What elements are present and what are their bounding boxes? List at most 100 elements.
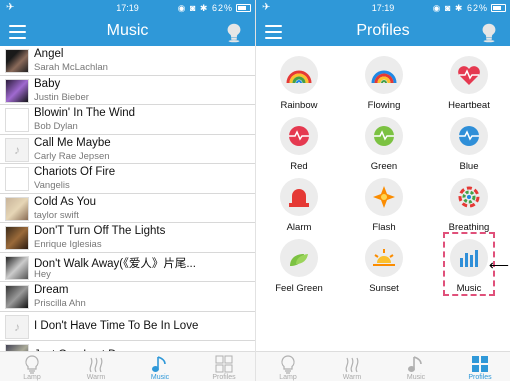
tab-lamp[interactable]: Lamp — [256, 352, 320, 381]
battery-icon — [236, 4, 251, 12]
song-row[interactable]: Just One Last Dance — [0, 341, 255, 351]
pointer-arrow-icon: ⟵ — [488, 257, 509, 273]
music-note-placeholder-icon: ♪ — [5, 314, 29, 339]
profile-rainbow[interactable]: Rainbow — [266, 52, 332, 114]
flowing-rainbow-icon — [365, 56, 403, 94]
highlight-box — [443, 232, 495, 296]
tab-label: Profiles — [212, 374, 236, 381]
profile-label: Red — [290, 161, 308, 172]
profile-flash[interactable]: Flash — [351, 174, 417, 236]
page-title: Music — [106, 22, 149, 39]
song-list[interactable]: Angel Sarah McLachlan Baby Justin Bieber Blo… — [0, 46, 255, 351]
tab-label: Warm — [86, 374, 106, 381]
song-row[interactable]: Don'T Turn Off The Lights Enrique Iglesia… — [0, 223, 255, 253]
green-pulse-icon — [365, 117, 403, 155]
song-row[interactable]: Chariots Of Fire Vangelis — [0, 164, 255, 194]
song-row[interactable]: Baby Justin Bieber — [0, 76, 255, 105]
song-title: Don't Walk Away(《爱人》片尾... — [34, 257, 196, 270]
alarm-icon — [280, 178, 318, 216]
music-screen: ✈ 17:19 ◉ ◙ ✱ 62% Music Angel Sarah McLac… — [0, 0, 255, 381]
page-title: Profiles — [356, 22, 410, 39]
album-thumbnail — [5, 49, 29, 73]
bulb-icon[interactable] — [223, 21, 245, 43]
profile-green[interactable]: Green — [351, 113, 417, 175]
battery-percent: 62% — [466, 3, 488, 13]
album-thumbnail — [5, 196, 29, 221]
status-icons: ◉ ◙ ✱ 62% — [432, 3, 488, 13]
song-row[interactable]: Cold As You taylor swift — [0, 194, 255, 223]
profile-alarm[interactable]: Alarm — [266, 174, 332, 236]
profile-flowing[interactable]: Flowing — [351, 52, 417, 114]
song-row[interactable]: Angel Sarah McLachlan — [0, 46, 255, 76]
song-artist: Priscilla Ahn — [34, 298, 86, 309]
song-row[interactable]: Don't Walk Away(《爱人》片尾... Hey — [0, 253, 255, 282]
tab-warm[interactable]: Warm — [64, 352, 128, 381]
song-title: Blowin' In The Wind — [34, 107, 136, 119]
flash-icon — [365, 178, 403, 216]
song-row[interactable]: Blowin' In The Wind Bob Dylan — [0, 105, 255, 135]
song-artist: taylor swift — [34, 209, 79, 221]
profile-label: Flash — [372, 222, 396, 233]
profile-label: Heartbeat — [448, 100, 490, 111]
song-title: Call Me Maybe — [34, 136, 111, 149]
profile-label: Sunset — [369, 283, 399, 294]
tab-music[interactable]: Music — [128, 352, 192, 381]
song-row[interactable]: ♪ Call Me Maybe Carly Rae Jepsen — [0, 135, 255, 164]
song-row[interactable]: ♪ I Don't Have Time To Be In Love — [0, 312, 255, 341]
profile-label: Green — [370, 161, 398, 172]
profile-label: Blue — [459, 161, 479, 172]
leaves-icon — [280, 239, 318, 277]
album-thumbnail — [5, 167, 29, 191]
tab-music[interactable]: Music — [384, 352, 448, 381]
profile-feel-green[interactable]: Feel Green — [266, 235, 332, 297]
song-artist: Carly Rae Jepsen — [34, 150, 110, 162]
song-title: I Don't Have Time To Be In Love — [34, 319, 199, 332]
heartbeat-icon — [450, 56, 488, 94]
profiles-navbar: Profiles — [256, 17, 510, 46]
profile-blue[interactable]: Blue — [436, 113, 502, 175]
album-thumbnail — [5, 344, 29, 351]
album-thumbnail — [5, 108, 29, 132]
profile-label: Flowing — [367, 100, 401, 111]
music-note-placeholder-icon: ♪ — [5, 137, 29, 162]
album-thumbnail — [5, 78, 29, 103]
tab-profiles[interactable]: Profiles — [448, 352, 510, 381]
status-bar: ✈ 17:19 ◉ ◙ ✱ 62% — [0, 0, 255, 17]
song-title: Don'T Turn Off The Lights — [34, 225, 166, 237]
profile-red[interactable]: Red — [266, 113, 332, 175]
tab-label: Lamp — [23, 374, 41, 381]
tab-label: Warm — [342, 374, 362, 381]
breathing-icon — [450, 178, 488, 216]
profile-heartbeat[interactable]: Heartbeat — [436, 52, 502, 114]
red-pulse-icon — [280, 117, 318, 155]
song-artist: Sarah McLachlan — [34, 62, 108, 73]
battery-icon — [491, 4, 506, 12]
rainbow-icon — [280, 56, 318, 94]
song-artist: Bob Dylan — [34, 121, 78, 132]
album-thumbnail — [5, 255, 29, 280]
song-artist: Vangelis — [34, 180, 70, 191]
profile-breathing[interactable]: Breathing — [436, 174, 502, 236]
tab-warm[interactable]: Warm — [320, 352, 384, 381]
tab-profiles[interactable]: Profiles — [192, 352, 255, 381]
tab-bar: Lamp Warm Music Profiles — [256, 351, 510, 381]
song-artist: Enrique Iglesias — [34, 239, 102, 250]
status-icons: ◉ ◙ ✱ 62% — [177, 3, 233, 13]
profiles-screen: ✈ 17:19 ◉ ◙ ✱ 62% Profiles Rainbow Flowin… — [255, 0, 510, 381]
tab-bar: Lamp Warm Music Profiles — [0, 351, 255, 381]
tab-label: Music — [406, 374, 426, 381]
song-row[interactable]: Dream Priscilla Ahn — [0, 282, 255, 312]
song-title: Angel — [34, 48, 64, 60]
status-bar: ✈ 17:19 ◉ ◙ ✱ 62% — [256, 0, 510, 17]
tab-lamp[interactable]: Lamp — [0, 352, 64, 381]
profile-sunset[interactable]: Sunset — [351, 235, 417, 297]
tab-label: Profiles — [468, 374, 492, 381]
profile-label: Rainbow — [280, 100, 318, 111]
battery-percent: 62% — [211, 3, 233, 13]
bulb-icon[interactable] — [478, 21, 500, 43]
profile-label: Feel Green — [275, 283, 323, 294]
song-title: Dream — [34, 284, 69, 296]
tab-label: Music — [150, 374, 170, 381]
song-title: Baby — [34, 77, 61, 90]
profile-label: Alarm — [286, 222, 312, 233]
